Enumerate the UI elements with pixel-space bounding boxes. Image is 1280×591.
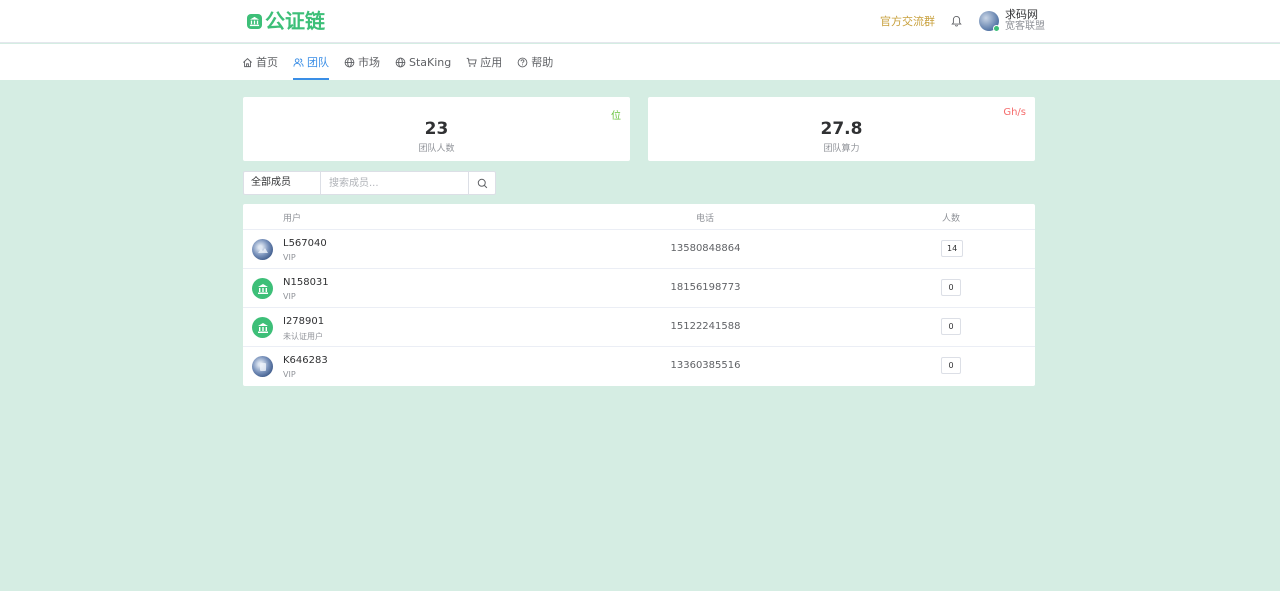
member-phone: 15122241588 [670,321,741,332]
bell-icon[interactable] [951,15,963,27]
column-header-user: 用户 [283,214,302,224]
member-count-badge: 0 [941,279,961,296]
column-header-count: 人数 [942,214,961,224]
nav-item-team[interactable]: 团队 [293,44,329,80]
stat-label: 团队算力 [823,144,860,154]
table-row[interactable]: I278901 未认证用户 15122241588 0 [243,308,1035,347]
member-type-select[interactable]: 全部成员 [244,172,321,194]
stat-unit: Gh/s [1003,107,1026,118]
nav-item-market[interactable]: 市场 [344,44,380,80]
member-level: VIP [283,253,296,262]
member-count-badge: 14 [941,240,964,257]
bank-icon [247,13,262,29]
member-phone: 18156198773 [670,282,741,293]
nav-item-label: 帮助 [531,56,554,69]
column-header-phone: 电话 [696,214,715,224]
member-phone: 13360385516 [670,360,741,371]
globe-icon [344,57,355,67]
member-level: VIP [283,370,296,379]
member-count-badge: 0 [941,357,961,374]
nav-item-staking[interactable]: StaKing [395,44,451,80]
stat-label: 团队人数 [418,144,455,154]
nav-item-help[interactable]: 帮助 [517,44,553,80]
team-icon [293,57,304,67]
member-count-badge: 0 [941,318,961,335]
logo-text: 公证链 [265,9,325,33]
nav-item-label: 应用 [480,56,503,69]
cart-icon [466,57,477,67]
nav-bar: 首页 团队 市场 StaKing 应用 帮助 [0,44,1280,80]
top-bar: 公证链 官方交流群 求码网 宽客联盟 [0,0,1280,43]
member-filter: 全部成员 [243,171,496,195]
nav-item-home[interactable]: 首页 [242,44,278,80]
table-header: 用户 电话 人数 [243,204,1035,230]
nav-item-label: 市场 [358,56,380,69]
nav-item-label: StaKing [409,55,452,69]
user-info[interactable]: 求码网 宽客联盟 [1005,9,1045,33]
logo[interactable]: 公证链 [247,8,325,34]
nav-item-apps[interactable]: 应用 [466,44,502,80]
online-status-dot [993,25,1000,32]
team-members-card: 位 23 团队人数 [243,97,630,161]
nav-item-label: 首页 [256,56,278,69]
member-table: 用户 电话 人数 L567040 VIP 13580848864 14 N158… [243,204,1035,386]
table-row[interactable]: L567040 VIP 13580848864 14 [243,230,1035,269]
user-name: 求码网 [1005,8,1038,21]
stat-value: 23 [424,119,449,139]
stat-value: 27.8 [820,119,863,139]
official-group-link[interactable]: 官方交流群 [880,13,935,29]
search-icon [477,178,487,188]
team-hashrate-card: Gh/s 27.8 团队算力 [648,97,1035,161]
home-icon [243,57,252,67]
nav-item-label: 团队 [307,56,329,69]
member-phone: 13580848864 [670,243,741,254]
main-nav: 首页 团队 市场 StaKing 应用 帮助 [242,44,568,80]
user-avatar[interactable] [979,11,1000,32]
help-icon [517,57,528,67]
table-row[interactable]: K646283 VIP 13360385516 0 [243,347,1035,386]
user-subtitle: 宽客联盟 [1005,21,1045,32]
member-search-input[interactable] [321,172,468,194]
member-level: 未认证用户 [283,332,323,341]
header-actions: 官方交流群 求码网 宽客联盟 [880,8,1045,34]
search-button[interactable] [468,172,495,194]
table-row[interactable]: N158031 VIP 18156198773 0 [243,269,1035,308]
globe-icon [395,57,406,67]
member-level: VIP [283,292,296,301]
